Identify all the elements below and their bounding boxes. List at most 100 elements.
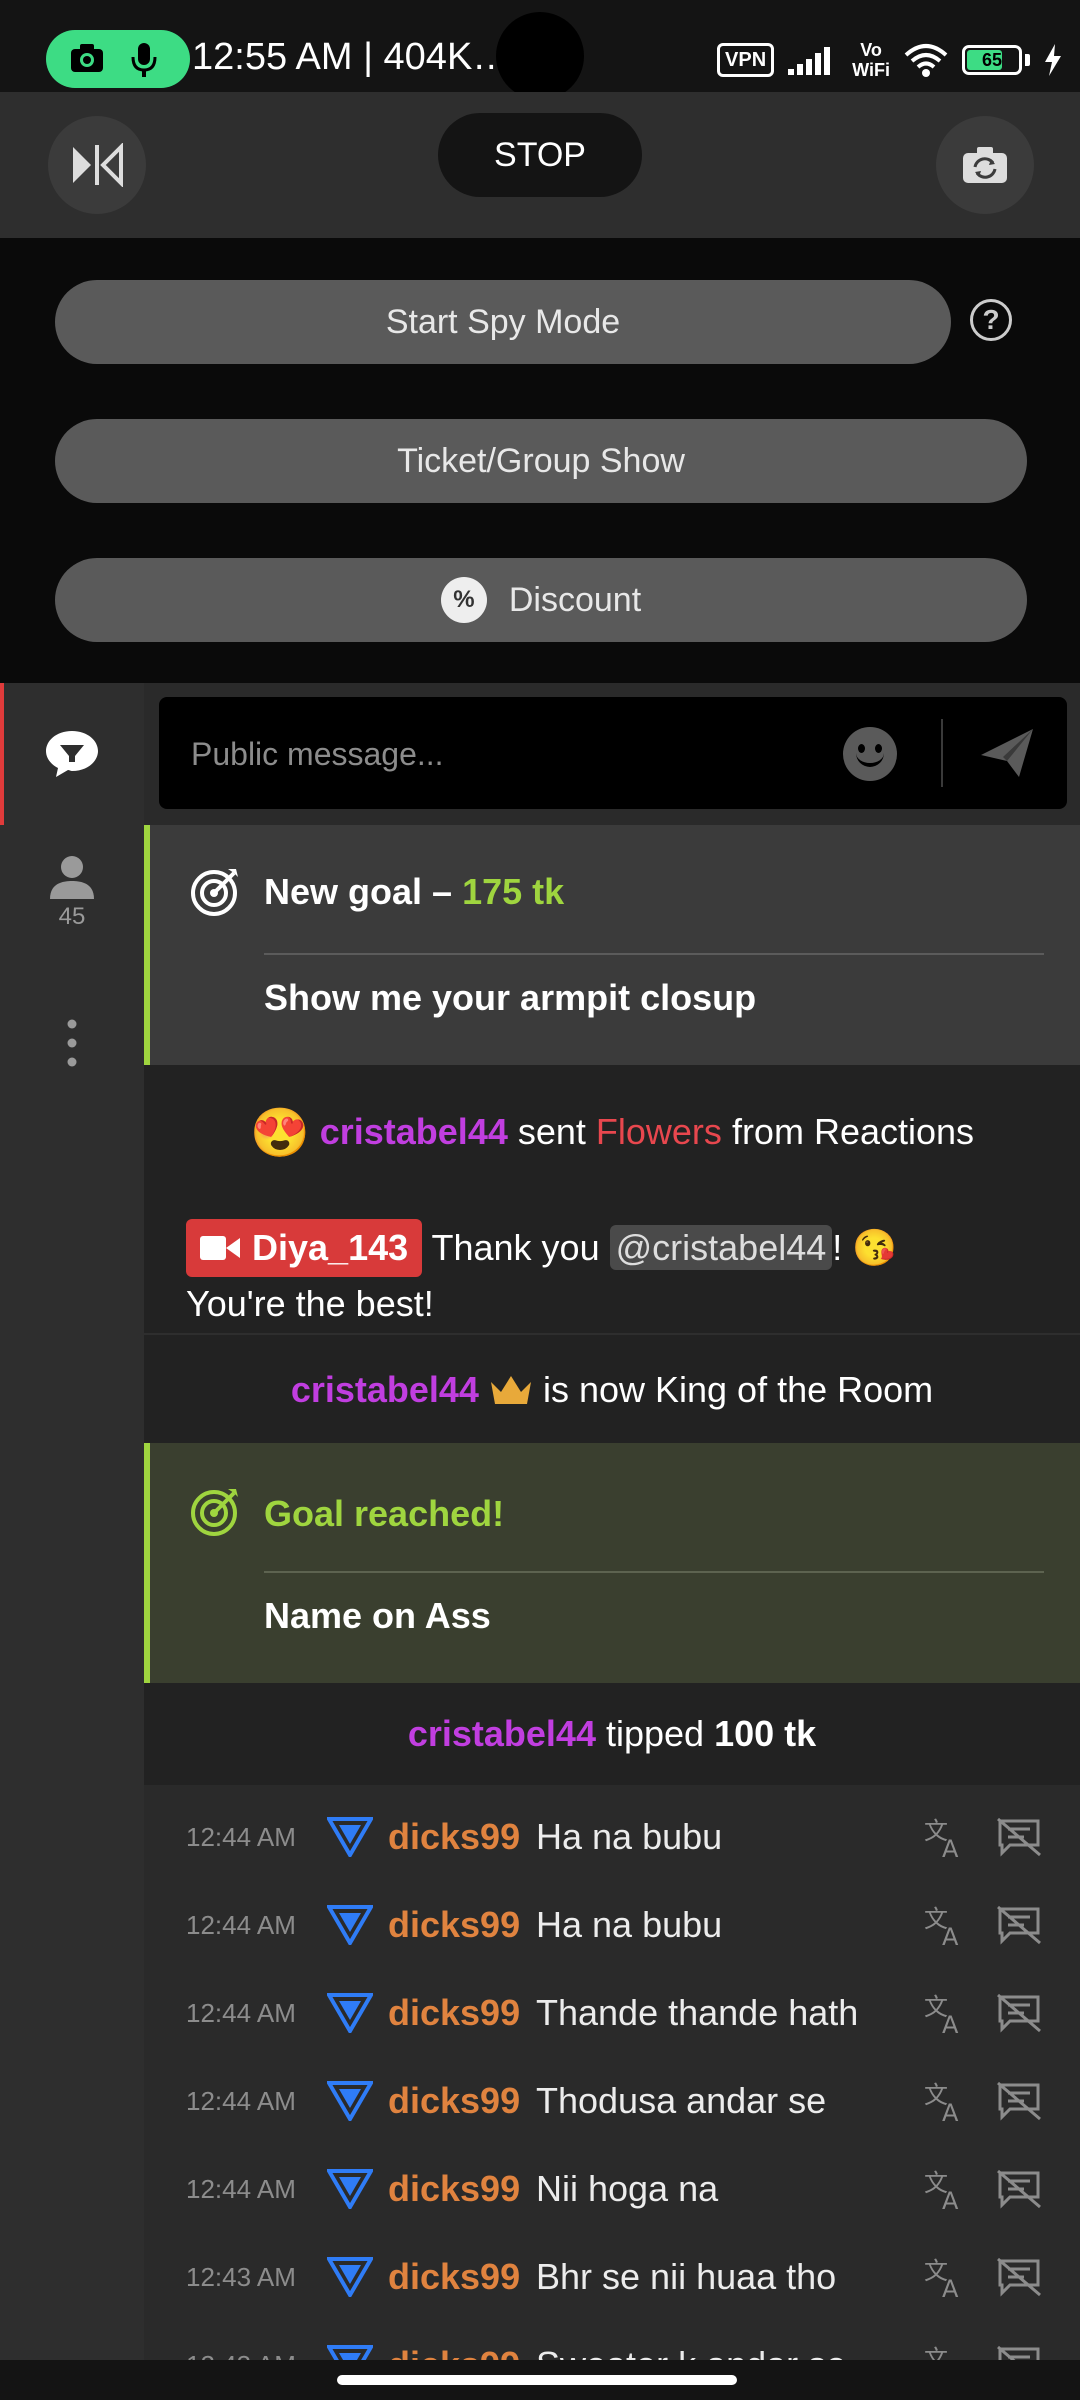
svg-text:A: A	[942, 2275, 959, 2299]
message-username[interactable]: dicks99	[388, 2256, 520, 2298]
host-message: Diya_143 Thank you @cristabel44! 😘 You'r…	[144, 1199, 1080, 1333]
charging-icon	[1045, 44, 1061, 76]
message-time: 12:43 AM	[186, 2350, 296, 2361]
reaction-username[interactable]: cristabel44	[320, 1111, 508, 1153]
recording-indicator[interactable]	[46, 30, 190, 88]
message-time: 12:44 AM	[186, 1909, 296, 1940]
flip-icon	[73, 143, 123, 187]
svg-text:A: A	[942, 2187, 959, 2211]
king-notice: cristabel44 is now King of the Room	[144, 1333, 1080, 1445]
user-level-icon	[325, 2257, 375, 2302]
message-text: Sweater k andar se	[536, 2344, 846, 2360]
sidebar-item-chat[interactable]	[0, 683, 144, 825]
hide-message-icon[interactable]	[996, 2257, 1042, 2302]
home-gesture-handle[interactable]	[337, 2375, 737, 2385]
message-composer	[159, 697, 1067, 811]
discount-label: Discount	[508, 580, 642, 619]
battery-icon: 65	[962, 45, 1022, 75]
user-icon	[50, 856, 94, 899]
goal-divider	[264, 1571, 1044, 1573]
discount-button[interactable]: % Discount	[55, 558, 1027, 642]
message-username[interactable]: dicks99	[388, 2168, 520, 2210]
users-count: 45	[58, 903, 86, 930]
tip-username[interactable]: cristabel44	[408, 1713, 596, 1755]
crown-icon	[490, 1376, 531, 1404]
message-text: Thodusa andar se	[536, 2080, 827, 2121]
broadcast-actions: Start Spy Mode ? Ticket/Group Show % Dis…	[0, 238, 1080, 683]
new-goal-prefix: New goal –	[264, 871, 463, 912]
host-message-before: Thank you	[431, 1227, 600, 1268]
hide-message-icon[interactable]	[996, 1993, 1042, 2038]
message-text: Bhr se nii huaa tho	[536, 2256, 837, 2297]
message-time: 12:44 AM	[186, 1997, 296, 2028]
new-goal-title: New goal – 175 tk	[264, 871, 564, 913]
translate-icon[interactable]: 文A	[924, 2079, 968, 2128]
hide-message-icon[interactable]	[996, 1817, 1042, 1862]
start-spy-mode-label: Start Spy Mode	[385, 302, 621, 341]
new-goal-description: Show me your armpit closup	[264, 977, 757, 1018]
translate-icon[interactable]: 文A	[924, 2255, 968, 2304]
message-username[interactable]: dicks99	[388, 1816, 520, 1858]
ticket-group-show-button[interactable]: Ticket/Group Show	[55, 419, 1027, 503]
chat-message-row: 12:44 AM dicks99 Ha na bubu 文 A	[144, 1881, 1080, 1969]
chat-message-row: 12:43 AM dicks99 Sweater k andar se 文A	[144, 2321, 1080, 2360]
message-username[interactable]: dicks99	[388, 1992, 520, 2034]
message-username[interactable]: dicks99	[388, 1904, 520, 1946]
target-icon	[191, 869, 238, 916]
chat-message-row: 12:44 AM dicks99 Thodusa andar se 文 A	[144, 2057, 1080, 2145]
king-username[interactable]: cristabel44	[291, 1369, 479, 1411]
hide-message-icon[interactable]	[996, 2169, 1042, 2214]
translate-icon[interactable]: 文A	[924, 1903, 968, 1952]
kiss-emoji: 😘	[852, 1227, 898, 1268]
chat-sidebar: 45	[0, 683, 144, 2360]
tip-verb: tipped	[605, 1713, 705, 1754]
switch-camera-button[interactable]	[936, 116, 1034, 214]
front-camera-cutout	[496, 12, 584, 100]
hide-message-icon[interactable]	[996, 2081, 1042, 2126]
stop-button[interactable]: STOP	[438, 113, 642, 197]
tip-amount: 100 tk	[714, 1713, 817, 1754]
king-suffix: is now King of the Room	[542, 1369, 934, 1410]
message-time: 12:44 AM	[186, 2173, 296, 2204]
translate-icon[interactable]: 文A	[924, 1991, 968, 2040]
translate-icon[interactable]: 文A	[924, 1815, 968, 1864]
mention-tag[interactable]: @cristabel44	[609, 1225, 833, 1270]
ticket-group-show-label: Ticket/Group Show	[397, 441, 685, 480]
message-time: 12:44 AM	[186, 1821, 296, 1852]
status-bar: 12:55 AM | 404K… VPN Vo WiFi 65	[0, 0, 1080, 100]
hide-message-icon[interactable]	[996, 1905, 1042, 1950]
switch-camera-icon	[963, 147, 1007, 183]
message-time: 12:43 AM	[186, 2261, 296, 2292]
translate-icon[interactable]: 文A	[924, 2343, 968, 2360]
public-message-input[interactable]	[189, 697, 953, 811]
flip-button[interactable]	[48, 116, 146, 214]
mic-icon	[131, 43, 157, 77]
svg-text:A: A	[942, 1923, 959, 1947]
start-spy-mode-button[interactable]: Start Spy Mode	[55, 280, 951, 364]
user-level-icon	[325, 2345, 375, 2360]
sidebar-item-users[interactable]: 45	[0, 855, 144, 965]
reaction-suffix: from Reactions	[731, 1111, 975, 1152]
chat-message-row: 12:43 AM dicks99 Bhr se nii huaa tho 文 A	[144, 2233, 1080, 2321]
help-icon[interactable]: ?	[970, 299, 1012, 341]
more-options-button[interactable]	[52, 1013, 92, 1073]
discount-icon: %	[440, 577, 487, 623]
camera-icon	[71, 44, 103, 72]
emoji-icon[interactable]	[843, 727, 897, 781]
composer-divider	[941, 719, 943, 787]
send-icon[interactable]	[979, 727, 1035, 779]
message-text: Nii hoga na	[536, 2168, 719, 2209]
message-username[interactable]: dicks99	[388, 2344, 520, 2360]
translate-icon[interactable]: 文A	[924, 2167, 968, 2216]
user-level-icon	[325, 2081, 375, 2126]
host-badge[interactable]: Diya_143	[186, 1219, 423, 1277]
svg-text:A: A	[942, 2011, 959, 2035]
hide-message-icon[interactable]	[996, 2345, 1042, 2360]
message-username[interactable]: dicks99	[388, 2080, 520, 2122]
chat-panel: New goal – 175 tk Show me your armpit cl…	[144, 683, 1080, 2360]
reaction-verb: sent	[517, 1111, 586, 1152]
goal-reached-title: Goal reached!	[264, 1493, 505, 1534]
status-time: 12:55 AM | 404K…	[192, 36, 511, 78]
goal-divider	[264, 953, 1044, 955]
video-camera-icon	[200, 1236, 240, 1260]
